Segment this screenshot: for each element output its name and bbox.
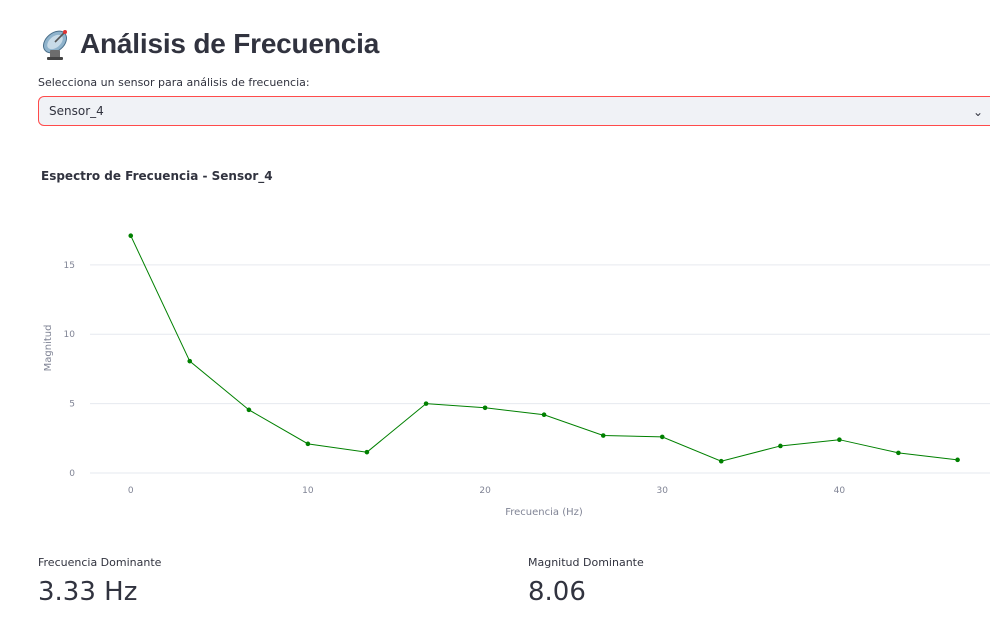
data-point (600, 433, 606, 438)
series-line (130, 235, 958, 462)
metric-dominant-frequency: Frecuencia Dominante 3.33 Hz (38, 556, 161, 607)
y-tick-label: 0 (69, 469, 75, 479)
metric-dominant-magnitude: Magnitud Dominante 8.06 (528, 556, 644, 607)
data-point (187, 358, 193, 364)
x-tick-label: 40 (834, 486, 846, 496)
y-tick-label: 5 (69, 400, 75, 410)
data-point (128, 233, 134, 239)
metric-label: Frecuencia Dominante (38, 556, 162, 569)
data-point (305, 441, 311, 447)
data-point (423, 401, 429, 406)
x-tick-label: 10 (302, 486, 314, 496)
metric-value: 3.33 Hz (38, 577, 138, 607)
data-point (659, 434, 665, 440)
data-point (896, 450, 901, 456)
metric-label: Magnitud Dominante (528, 556, 644, 569)
metric-value: 8.06 (528, 577, 586, 607)
data-point (837, 437, 842, 442)
data-point (718, 458, 724, 464)
data-point (246, 407, 252, 413)
frequency-spectrum-chart: 0 5 10 15 0 10 20 30 40 Frecuencia (Hz) Magnitu… (43, 233, 990, 518)
data-point (482, 405, 488, 411)
data-point (778, 443, 783, 449)
y-axis-title: Magnitud (43, 325, 54, 372)
x-axis-title: Frecuencia (Hz) (505, 507, 583, 518)
data-point (955, 457, 960, 463)
data-point (541, 412, 547, 418)
x-tick-label: 0 (128, 486, 134, 496)
x-tick-label: 20 (479, 486, 491, 496)
x-tick-label: 30 (657, 486, 669, 496)
y-tick-label: 15 (64, 261, 75, 271)
y-tick-label: 10 (64, 330, 76, 340)
data-point (364, 449, 370, 455)
